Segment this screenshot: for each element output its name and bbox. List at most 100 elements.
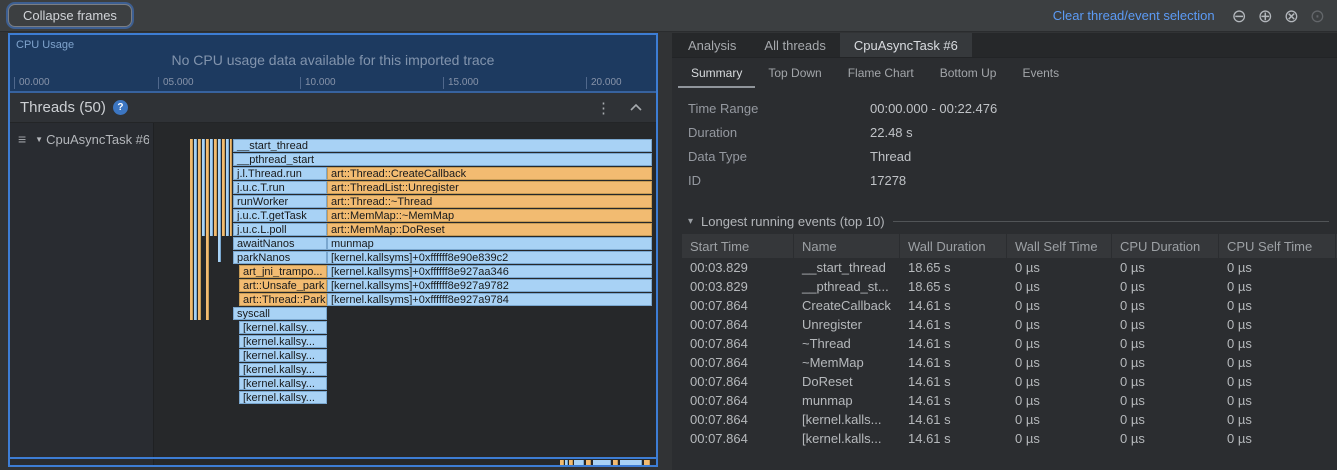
flame-micro-bar[interactable] (198, 139, 201, 320)
flame-micro-bar[interactable] (586, 460, 591, 465)
zoom-out-icon[interactable]: ⊖ (1232, 7, 1247, 25)
zoom-to-selection-icon[interactable]: ⊙ (1310, 7, 1325, 25)
zoom-in-icon[interactable]: ⊕ (1258, 7, 1273, 25)
column-header-wall-duration[interactable]: Wall Duration (900, 234, 1007, 258)
flame-bar[interactable]: __pthread_start (233, 153, 652, 166)
flame-bar[interactable]: art::Thread::CreateCallback (327, 167, 652, 180)
expand-triangle-icon[interactable]: ▼ (35, 135, 43, 144)
flame-micro-bar[interactable] (620, 460, 642, 465)
flame-bar[interactable]: [kernel.kallsyms]+0xffffff8e927a9782 (327, 279, 652, 292)
flame-bar[interactable]: art::Unsafe_park (239, 279, 327, 292)
table-row[interactable]: 00:07.864[kernel.kalls...14.61 s0 µs0 µs… (682, 429, 1337, 448)
subtab-bottom-up[interactable]: Bottom Up (927, 58, 1010, 88)
flame-micro-bar[interactable] (613, 460, 618, 465)
flame-micro-bar[interactable] (218, 139, 221, 262)
flame-bar[interactable]: [kernel.kallsyms]+0xffffff8e927aa346 (327, 265, 652, 278)
table-cell: 0 µs (1219, 429, 1336, 448)
subtab-summary[interactable]: Summary (678, 58, 755, 88)
table-cell: 14.61 s (900, 391, 1007, 410)
cpu-usage-label: CPU Usage (16, 39, 74, 51)
flame-bar[interactable]: art::MemMap::DoReset (327, 223, 652, 236)
table-cell: ~MemMap (794, 353, 900, 372)
flame-chart[interactable]: __start_thread__pthread_startj.l.Thread.… (154, 123, 656, 465)
events-table-header: Start TimeNameWall DurationWall Self Tim… (682, 234, 1337, 258)
reset-zoom-icon[interactable]: ⊗ (1284, 7, 1299, 25)
column-header-cpu-duration[interactable]: CPU Duration (1112, 234, 1219, 258)
flame-micro-bar[interactable] (206, 139, 209, 320)
flame-bar[interactable]: art::ThreadList::Unregister (327, 181, 652, 194)
clear-selection-link[interactable]: Clear thread/event selection (1053, 8, 1215, 23)
flame-bar[interactable]: [kernel.kallsy... (239, 391, 327, 404)
table-cell: 0 µs (1007, 353, 1112, 372)
summary-row: Time Range 00:00.000 - 00:22.476 (672, 96, 1337, 120)
flame-bar[interactable]: __start_thread (233, 139, 652, 152)
flame-micro-bar[interactable] (214, 139, 217, 236)
flame-bar[interactable]: [kernel.kallsy... (239, 349, 327, 362)
flame-bar[interactable]: [kernel.kallsy... (239, 321, 327, 334)
table-row[interactable]: 00:07.864CreateCallback14.61 s0 µs0 µs0 … (682, 296, 1337, 315)
flame-bar[interactable]: [kernel.kallsyms]+0xffffff8e90e839c2 (327, 251, 652, 264)
column-header-cpu-self-time[interactable]: CPU Self Time (1219, 234, 1336, 258)
collapse-section-chevron-icon[interactable] (630, 104, 642, 111)
subtab-events[interactable]: Events (1009, 58, 1072, 88)
summary-label: Data Type (688, 149, 870, 164)
table-row[interactable]: 00:07.864~MemMap14.61 s0 µs0 µs0 µs (682, 353, 1337, 372)
flame-micro-bar[interactable] (560, 460, 564, 465)
table-row[interactable]: 00:07.864munmap14.61 s0 µs0 µs0 µs (682, 391, 1337, 410)
table-row[interactable]: 00:03.829__start_thread18.65 s0 µs0 µs0 … (682, 258, 1337, 277)
flame-bar[interactable]: j.u.c.T.getTask (233, 209, 327, 222)
flame-bar[interactable]: awaitNanos (233, 237, 327, 250)
flame-micro-bar[interactable] (565, 460, 568, 465)
flame-micro-bar[interactable] (644, 460, 650, 465)
flame-bar[interactable]: [kernel.kallsyms]+0xffffff8e927a9784 (327, 293, 652, 306)
collapse-frames-button[interactable]: Collapse frames (8, 4, 132, 27)
flame-bar[interactable]: art::Thread::~Thread (327, 195, 652, 208)
column-header-name[interactable]: Name (794, 234, 900, 258)
cpu-usage-track[interactable]: CPU Usage No CPU usage data available fo… (10, 35, 656, 93)
subtab-top-down[interactable]: Top Down (755, 58, 834, 88)
summary-value: 22.48 s (870, 125, 913, 140)
table-row[interactable]: 00:07.864~Thread14.61 s0 µs0 µs0 µs (682, 334, 1337, 353)
flame-bar[interactable]: munmap (327, 237, 652, 250)
flame-micro-bar[interactable] (230, 139, 232, 236)
flame-bar[interactable]: art::MemMap::~MemMap (327, 209, 652, 222)
flame-micro-bar[interactable] (593, 460, 611, 465)
tab-analysis[interactable]: Analysis (674, 33, 750, 57)
column-header-wall-self-time[interactable]: Wall Self Time (1007, 234, 1112, 258)
flame-micro-bar[interactable] (202, 139, 205, 236)
table-row[interactable]: 00:03.829__pthread_st...18.65 s0 µs0 µs0… (682, 277, 1337, 296)
table-row[interactable]: 00:07.864[kernel.kalls...14.61 s0 µs0 µs… (682, 410, 1337, 429)
tab-cpuasynctask-6[interactable]: CpuAsyncTask #6 (840, 33, 972, 57)
flame-bar[interactable]: j.u.c.L.poll (233, 223, 327, 236)
help-icon[interactable]: ? (113, 100, 128, 115)
flame-micro-bar[interactable] (569, 460, 573, 465)
flame-micro-bar[interactable] (190, 139, 193, 320)
flame-micro-bar[interactable] (574, 460, 584, 465)
thread-row[interactable]: ≡ ▼ CpuAsyncTask #6 (18, 131, 149, 147)
flame-bar[interactable]: parkNanos (233, 251, 327, 264)
flame-bar[interactable]: j.l.Thread.run (233, 167, 327, 180)
axis-tick: 15.000 (443, 77, 479, 89)
flame-bar[interactable]: [kernel.kallsy... (239, 377, 327, 390)
flame-bar[interactable]: art_jni_trampo... (239, 265, 327, 278)
table-cell: 0 µs (1007, 258, 1112, 277)
drag-handle-icon[interactable]: ≡ (18, 131, 26, 147)
flame-micro-bar[interactable] (222, 139, 225, 236)
table-row[interactable]: 00:07.864DoReset14.61 s0 µs0 µs0 µs (682, 372, 1337, 391)
flame-bar[interactable]: [kernel.kallsy... (239, 363, 327, 376)
flame-bar[interactable]: [kernel.kallsy... (239, 335, 327, 348)
flame-bar[interactable]: j.u.c.T.run (233, 181, 327, 194)
events-section-header[interactable]: ▾ Longest running events (top 10) (688, 208, 1329, 234)
flame-micro-bar[interactable] (194, 139, 197, 320)
flame-micro-bar[interactable] (226, 139, 229, 236)
flame-micro-bar[interactable] (210, 139, 213, 236)
details-panel: Analysis All threads CpuAsyncTask #6 Sum… (672, 33, 1337, 470)
flame-bar[interactable]: runWorker (233, 195, 327, 208)
subtab-flame-chart[interactable]: Flame Chart (835, 58, 927, 88)
overflow-menu-icon[interactable]: ⋮ (596, 99, 611, 117)
table-row[interactable]: 00:07.864Unregister14.61 s0 µs0 µs0 µs (682, 315, 1337, 334)
tab-all-threads[interactable]: All threads (750, 33, 839, 57)
flame-bar[interactable]: art::Thread::Park (239, 293, 327, 306)
flame-bar[interactable]: syscall (233, 307, 327, 320)
column-header-start-time[interactable]: Start Time (682, 234, 794, 258)
